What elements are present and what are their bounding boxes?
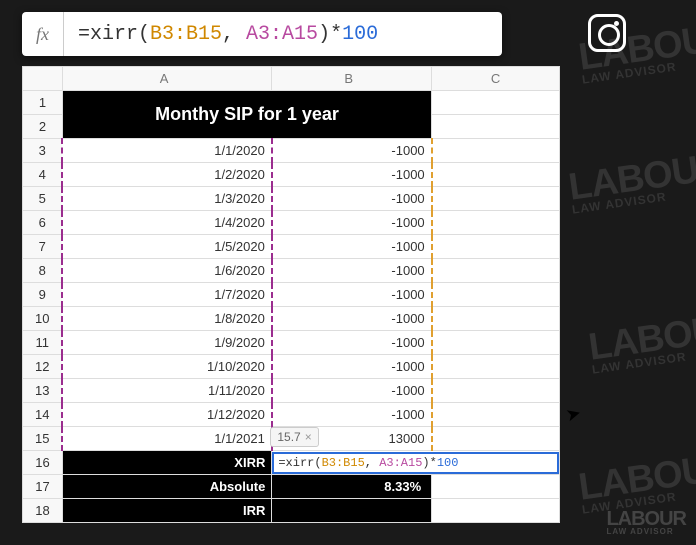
cell[interactable] — [432, 283, 560, 307]
col-header-a[interactable]: A — [62, 67, 271, 91]
row-header[interactable]: 17 — [23, 475, 63, 499]
spreadsheet[interactable]: A B C 1 Monthy SIP for 1 year 2 31/1/202… — [22, 66, 560, 523]
cell[interactable] — [432, 307, 560, 331]
cell-date[interactable]: 1/10/2020 — [62, 355, 271, 379]
cell[interactable] — [432, 163, 560, 187]
cell[interactable] — [432, 403, 560, 427]
cell-amount[interactable]: -1000 — [272, 259, 432, 283]
row-header[interactable]: 1 — [23, 91, 63, 115]
row-header[interactable]: 3 — [23, 139, 63, 163]
col-header-c[interactable]: C — [432, 67, 560, 91]
row-header[interactable]: 6 — [23, 211, 63, 235]
cell-amount[interactable]: -1000 — [272, 307, 432, 331]
cell-date[interactable]: 1/5/2020 — [62, 235, 271, 259]
absolute-value[interactable]: 8.33% — [272, 475, 432, 499]
irr-value[interactable] — [272, 499, 432, 523]
cell-date[interactable]: 1/4/2020 — [62, 211, 271, 235]
cell-date[interactable]: 1/7/2020 — [62, 283, 271, 307]
cell[interactable] — [432, 331, 560, 355]
instagram-icon — [588, 14, 626, 52]
cell-date[interactable]: 1/11/2020 — [62, 379, 271, 403]
cell[interactable] — [432, 139, 560, 163]
cell-amount[interactable]: -1000 — [272, 283, 432, 307]
formula-hint: 15.7× — [270, 427, 318, 447]
watermark: LABOURLAW ADVISOR — [587, 309, 696, 375]
cell-amount[interactable]: -1000 — [272, 235, 432, 259]
cell[interactable] — [432, 379, 560, 403]
cell-date[interactable]: 1/3/2020 — [62, 187, 271, 211]
formula-bar[interactable]: fx =xirr(B3:B15, A3:A15)*100 — [22, 12, 502, 56]
formula-input[interactable]: =xirr(B3:B15, A3:A15)*100 — [64, 23, 378, 46]
cell[interactable] — [432, 211, 560, 235]
cell-date[interactable]: 1/1/2021 — [62, 427, 271, 451]
cell[interactable] — [432, 115, 560, 139]
cell-date[interactable]: 1/1/2020 — [62, 139, 271, 163]
cell-amount[interactable]: -1000 — [272, 403, 432, 427]
watermark: LABOURLAW ADVISOR — [577, 449, 696, 515]
cell-amount[interactable]: -1000 — [272, 331, 432, 355]
row-header[interactable]: 12 — [23, 355, 63, 379]
row-header[interactable]: 16 — [23, 451, 63, 475]
cell[interactable] — [432, 475, 560, 499]
col-header-b[interactable]: B — [272, 67, 432, 91]
watermark: LABOURLAW ADVISOR — [567, 149, 696, 215]
cell[interactable] — [432, 427, 560, 451]
cell-date[interactable]: 1/8/2020 — [62, 307, 271, 331]
row-header[interactable]: 15 — [23, 427, 63, 451]
title-cell[interactable]: Monthy SIP for 1 year — [62, 91, 431, 139]
cell[interactable] — [432, 355, 560, 379]
row-header[interactable]: 14 — [23, 403, 63, 427]
cell[interactable] — [432, 187, 560, 211]
row-header[interactable]: 5 — [23, 187, 63, 211]
corner-cell[interactable] — [23, 67, 63, 91]
cell-amount[interactable]: -1000 — [272, 355, 432, 379]
watermark-small: LABOURLAW ADVISOR — [606, 510, 686, 535]
cell-date[interactable]: 1/9/2020 — [62, 331, 271, 355]
row-header[interactable]: 9 — [23, 283, 63, 307]
row-header[interactable]: 8 — [23, 259, 63, 283]
cell[interactable] — [432, 499, 560, 523]
cell-date[interactable]: 1/2/2020 — [62, 163, 271, 187]
cell-date[interactable]: 1/12/2020 — [62, 403, 271, 427]
cell-amount[interactable]: -1000 — [272, 211, 432, 235]
row-header[interactable]: 7 — [23, 235, 63, 259]
row-header[interactable]: 11 — [23, 331, 63, 355]
fx-label: fx — [22, 12, 64, 56]
row-header[interactable]: 13 — [23, 379, 63, 403]
absolute-label[interactable]: Absolute — [62, 475, 271, 499]
row-header[interactable]: 2 — [23, 115, 63, 139]
cell-amount[interactable]: -1000 — [272, 379, 432, 403]
cell-date[interactable]: 1/6/2020 — [62, 259, 271, 283]
row-header[interactable]: 10 — [23, 307, 63, 331]
grid-table[interactable]: A B C 1 Monthy SIP for 1 year 2 31/1/202… — [22, 66, 560, 523]
irr-label[interactable]: IRR — [62, 499, 271, 523]
cell[interactable] — [432, 259, 560, 283]
cell-formula-input[interactable]: =xirr(B3:B15, A3:A15)*100 — [272, 452, 559, 474]
cell-amount[interactable]: -1000 — [272, 163, 432, 187]
active-cell-b16[interactable]: 15.7× =xirr(B3:B15, A3:A15)*100 — [272, 451, 560, 475]
cell[interactable] — [432, 235, 560, 259]
cell-amount[interactable]: -1000 — [272, 139, 432, 163]
row-header[interactable]: 4 — [23, 163, 63, 187]
cell-amount[interactable]: -1000 — [272, 187, 432, 211]
xirr-label[interactable]: XIRR — [62, 451, 271, 475]
cell[interactable] — [432, 91, 560, 115]
row-header[interactable]: 18 — [23, 499, 63, 523]
mouse-cursor-icon: ➤ — [564, 402, 584, 426]
